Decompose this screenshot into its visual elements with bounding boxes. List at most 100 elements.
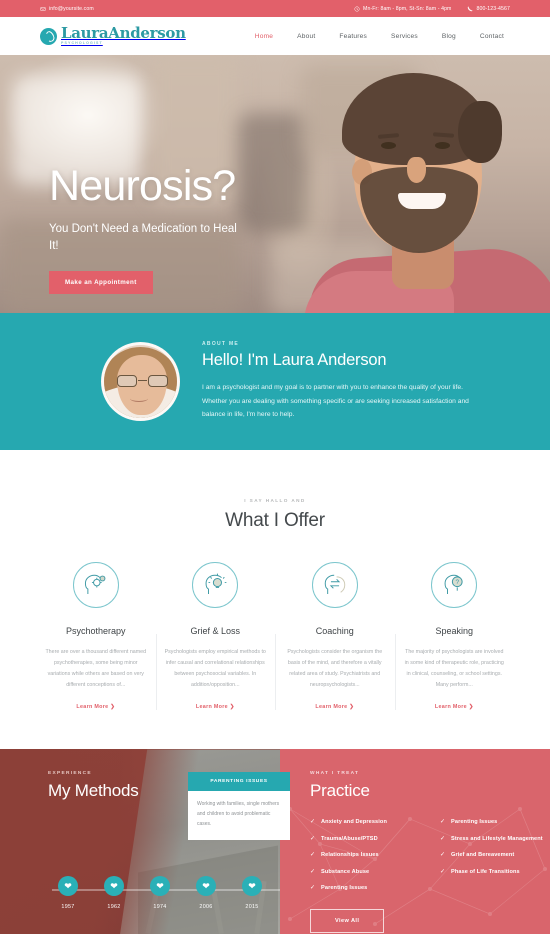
- nav-item-about[interactable]: About: [285, 33, 327, 40]
- hero-person-photo: [250, 55, 550, 313]
- list-item: ✓ Relationships Issues: [310, 851, 420, 860]
- about-section: ABOUT ME Hello! I'm Laura Anderson I am …: [0, 313, 550, 450]
- make-appointment-button[interactable]: Make an Appointment: [49, 271, 153, 295]
- service-card-list: Psychotherapy There are over a thousand …: [0, 562, 550, 713]
- learn-more-label: Learn More: [434, 704, 467, 711]
- learn-more-link[interactable]: Learn More ❯: [76, 704, 115, 710]
- list-item: ✓ Anxiety and Depression: [310, 818, 420, 827]
- brand-circle-icon: [40, 27, 57, 45]
- site-header: LauraAnderson PSYCHOLOGIST Home About Fe…: [0, 17, 550, 55]
- about-text: I am a psychologist and my goal is to pa…: [202, 383, 469, 419]
- timeline-year: 2015: [245, 904, 259, 911]
- timeline-item[interactable]: ❤ 2015: [230, 876, 274, 910]
- list-item: ✓ Trauma/Abuse/PTSD: [310, 835, 420, 844]
- nav-item-blog[interactable]: Blog: [430, 33, 468, 40]
- timeline-year: 1974: [153, 904, 167, 911]
- list-item-label: Relationships Issues: [321, 852, 379, 859]
- timeline-item[interactable]: ❤ 1974: [138, 876, 182, 910]
- glasses-icon: [116, 375, 169, 387]
- service-card-text: There are over a thousand different name…: [45, 649, 147, 689]
- about-kicker: ABOUT ME: [202, 340, 240, 347]
- service-card-title: Psychotherapy: [65, 626, 126, 636]
- service-card: ? Speaking The majority of psychologists…: [394, 562, 515, 713]
- topbar-hours: Mn-Fr: 8am - 8pm, St-Sn: 8am - 4pm: [354, 6, 451, 12]
- check-icon: ✓: [310, 819, 316, 826]
- list-item-label: Stress and Lifestyle Management: [451, 835, 543, 842]
- list-item: ✓ Substance Abuse: [310, 868, 420, 877]
- logo-name: LauraAnderson: [61, 24, 186, 43]
- learn-more-link[interactable]: Learn More ❯: [196, 704, 235, 710]
- timeline-item[interactable]: ❤ 1962: [92, 876, 136, 910]
- nav-item-services[interactable]: Services: [379, 33, 430, 40]
- timeline-year: 1962: [107, 904, 121, 911]
- primary-nav: Home About Features Services Blog Contac…: [243, 33, 516, 40]
- tooltip-heading: PARENTING ISSUES: [188, 772, 290, 791]
- methods-kicker: EXPERIENCE: [48, 771, 92, 777]
- logo-subtitle: PSYCHOLOGIST: [61, 41, 103, 46]
- nav-item-home[interactable]: Home: [243, 33, 285, 40]
- head-lightbulb-icon: [192, 562, 239, 608]
- methods-timeline: ❤ 1957 ❤ 1962 ❤ 1974 ❤ 2006 ❤ 2015: [0, 876, 280, 922]
- topbar-hours-text: Mn-Fr: 8am - 8pm, St-Sn: 8am - 4pm: [363, 5, 452, 12]
- heart-icon: ❤: [150, 876, 170, 897]
- list-item-label: Parenting Issues: [321, 885, 368, 892]
- check-icon: ✓: [440, 852, 446, 859]
- service-card-title: Speaking: [435, 626, 474, 636]
- head-question-icon: ?: [431, 562, 478, 608]
- service-card: Psychotherapy There are over a thousand …: [36, 562, 156, 713]
- learn-more-label: Learn More: [315, 704, 348, 711]
- avatar: [101, 342, 180, 421]
- methods-tooltip: PARENTING ISSUES Working with families, …: [188, 772, 290, 841]
- timeline-year: 1957: [61, 904, 75, 911]
- service-card-title: Grief & Loss: [190, 626, 241, 636]
- service-card-text: Psychologists employ empirical methods t…: [164, 649, 266, 689]
- heart-icon: ❤: [104, 876, 124, 897]
- learn-more-label: Learn More: [195, 704, 228, 711]
- offer-section: I SAY HALLO AND What I Offer Psychothera…: [0, 450, 550, 714]
- envelope-icon: [40, 6, 46, 11]
- practice-section: WHAT I TREAT Practice ✓ Anxiety and Depre…: [280, 749, 550, 934]
- check-icon: ✓: [310, 885, 316, 892]
- tooltip-body: Working with families, single mothers an…: [188, 791, 290, 841]
- service-card: Grief & Loss Psychologists employ empiri…: [155, 562, 276, 713]
- check-icon: ✓: [310, 835, 316, 842]
- learn-more-link[interactable]: Learn More ❯: [315, 704, 354, 710]
- practice-title: Practice: [310, 781, 370, 801]
- topbar-email-text: info@yoursite.com: [49, 5, 94, 12]
- timeline-item[interactable]: ❤ 2006: [184, 876, 228, 910]
- check-icon: ✓: [440, 868, 446, 875]
- check-icon: ✓: [440, 835, 446, 842]
- site-logo[interactable]: LauraAnderson PSYCHOLOGIST: [40, 26, 186, 46]
- list-item-label: Grief and Bereavement: [451, 852, 515, 859]
- list-item: ✓ Parenting Issues: [440, 818, 550, 827]
- learn-more-label: Learn More: [76, 704, 109, 711]
- service-card: Coaching Psychologists consider the orga…: [275, 562, 395, 713]
- head-gears-icon: [72, 562, 119, 608]
- nav-item-contact[interactable]: Contact: [468, 33, 516, 40]
- service-card-text: The majority of psychologists are involv…: [404, 649, 504, 689]
- svg-text:?: ?: [456, 579, 460, 586]
- learn-more-link[interactable]: Learn More ❯: [435, 704, 474, 710]
- list-item-label: Parenting Issues: [451, 819, 498, 826]
- practice-list-left: ✓ Anxiety and Depression ✓ Trauma/Abuse/PT…: [310, 818, 420, 901]
- topbar-phone[interactable]: 800-123-4567: [467, 6, 510, 12]
- view-all-button[interactable]: View All: [310, 908, 385, 933]
- hero-title: Neurosis?: [49, 162, 236, 210]
- list-item-label: Trauma/Abuse/PTSD: [321, 835, 378, 842]
- list-item-label: Anxiety and Depression: [321, 819, 387, 826]
- check-icon: ✓: [440, 819, 446, 826]
- list-item: ✓ Grief and Bereavement: [440, 851, 550, 860]
- methods-title: My Methods: [48, 781, 139, 801]
- nav-item-features[interactable]: Features: [327, 33, 379, 40]
- topbar-phone-text: 800-123-4567: [476, 5, 510, 12]
- practice-kicker: WHAT I TREAT: [310, 771, 360, 777]
- list-item-label: Substance Abuse: [321, 868, 370, 875]
- phone-icon: [468, 6, 473, 11]
- about-title: Hello! I'm Laura Anderson: [202, 350, 387, 369]
- offer-title: What I Offer: [225, 510, 325, 531]
- utility-topbar: info@yoursite.com Mn-Fr: 8am - 8pm, St-S…: [0, 0, 550, 17]
- check-icon: ✓: [310, 868, 316, 875]
- timeline-item[interactable]: ❤ 1957: [46, 876, 90, 910]
- list-item: ✓ Parenting Issues: [310, 884, 420, 893]
- topbar-email[interactable]: info@yoursite.com: [40, 6, 94, 12]
